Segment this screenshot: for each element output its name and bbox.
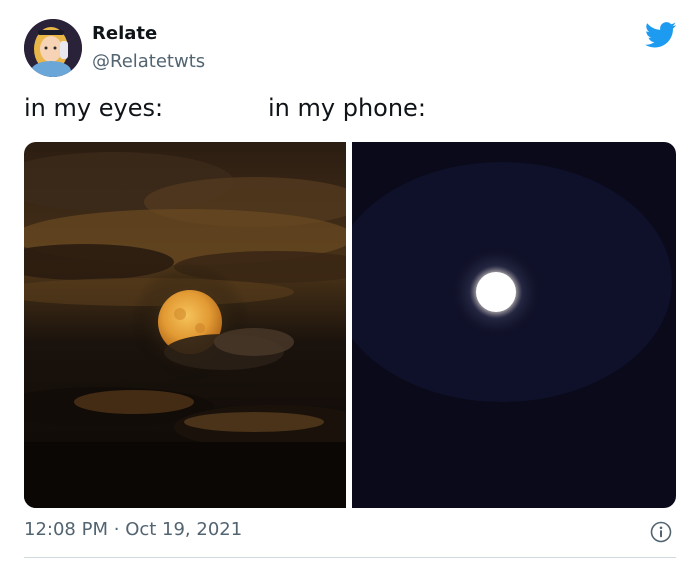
tweet-date: Oct 19, 2021 (125, 519, 243, 540)
author-name[interactable]: Relate (92, 23, 157, 44)
divider (24, 557, 676, 558)
small-white-moon-dark-sky-image[interactable] (352, 142, 676, 508)
tweet-text-left: in my eyes: (24, 94, 164, 122)
orange-full-moon-among-clouds-image[interactable] (24, 142, 346, 508)
twitter-bird-icon[interactable] (645, 22, 677, 48)
avatar[interactable] (24, 19, 82, 77)
timestamp-separator: · (113, 519, 120, 540)
tweet-timestamp[interactable]: 12:08 PM · Oct 19, 2021 (24, 519, 242, 540)
tweet-text-right: in my phone: (268, 94, 426, 122)
info-icon[interactable] (650, 521, 672, 543)
tweet-media[interactable] (24, 142, 676, 508)
tweet-card: Relate @Relatetwts in my eyes: in my pho… (0, 0, 700, 563)
tweet-time: 12:08 PM (24, 519, 108, 540)
author-handle[interactable]: @Relatetwts (92, 51, 205, 72)
cartoon-girl-avatar-icon (24, 19, 82, 77)
